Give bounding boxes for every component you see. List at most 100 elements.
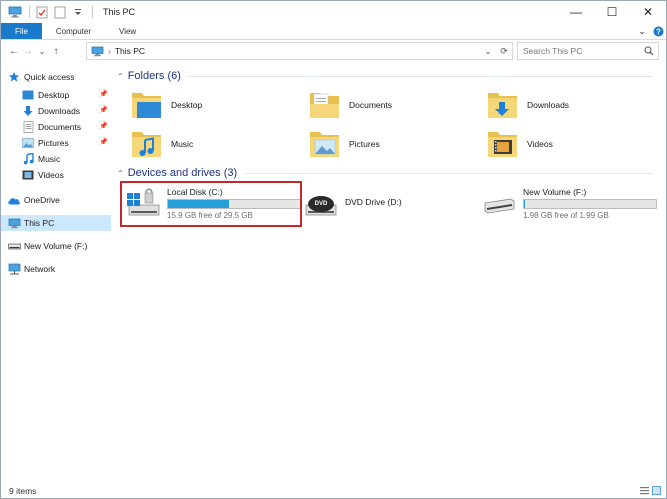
folder-pictures[interactable]: Pictures [309,128,479,160]
folders-group-header[interactable]: ⌃ Folders (6) [113,70,653,82]
search-box[interactable] [517,42,659,60]
network-icon [7,262,21,276]
sidebar-item-desktop[interactable]: Desktop 📌 [1,87,111,103]
sidebar-item-label: Network [24,264,56,274]
tab-file[interactable]: File [1,23,42,39]
sidebar-item-label: Quick access [24,72,75,82]
sidebar-item-new-volume[interactable]: New Volume (F:) [1,238,111,254]
folder-label: Pictures [349,139,380,149]
sidebar-item-label: Documents [38,122,81,132]
folder-label: Music [171,139,194,149]
folder-label: Desktop [171,100,203,110]
sidebar-item-music[interactable]: Music [1,151,111,167]
computer-icon [7,216,21,230]
group-title: Devices and drives (3) [127,167,238,179]
ribbon-tabs: File Computer View ⌄ ? [1,23,666,40]
pin-icon[interactable]: 📌 [99,106,108,114]
address-dropdown-icon[interactable]: ⌄ [480,46,496,57]
drive-label: DVD Drive (D:) [345,197,402,207]
pin-icon[interactable]: 📌 [99,138,108,146]
address-pc-icon [91,46,104,57]
usb-drive-icon [7,239,21,253]
music-icon [21,152,35,166]
sidebar-item-downloads[interactable]: Downloads 📌 [1,103,111,119]
desktop-folder-icon [131,90,163,120]
drives-group-header[interactable]: ⌃ Devices and drives (3) [113,167,653,179]
dvd-drive-icon: DVD [303,187,339,219]
folder-desktop[interactable]: Desktop [131,89,301,121]
sidebar-item-pictures[interactable]: Pictures 📌 [1,135,111,151]
expand-ribbon-icon[interactable]: ⌄ [634,26,650,37]
documents-folder-icon [309,90,341,120]
help-icon[interactable]: ? [650,26,666,37]
refresh-icon[interactable]: ⟳ [496,46,512,57]
videos-folder-icon [487,129,519,159]
title-bar: This PC — ☐ ✕ [1,1,666,23]
drive-label: New Volume (F:) [523,186,587,197]
collapse-chevron-icon[interactable]: ⌃ [117,72,124,81]
sidebar-item-label: This PC [24,218,55,228]
group-title: Folders (6) [127,70,181,82]
close-button[interactable]: ✕ [630,1,666,23]
documents-icon [21,120,35,134]
quick-access-toolbar [7,4,97,20]
folder-downloads[interactable]: Downloads [487,89,657,121]
properties-icon[interactable] [34,4,50,20]
cloud-icon [7,193,21,207]
desktop-icon [21,88,35,102]
folder-music[interactable]: Music [131,128,301,160]
pictures-icon [21,136,35,150]
breadcrumb-separator[interactable]: › [108,46,111,56]
sidebar-item-label: Music [38,154,61,164]
status-bar: 9 items [1,483,666,498]
details-view-icon[interactable] [638,486,650,495]
sidebar-item-label: Pictures [38,138,69,148]
sidebar-item-documents[interactable]: Documents 📌 [1,119,111,135]
pin-icon[interactable]: 📌 [99,90,108,98]
minimize-button[interactable]: — [558,1,594,23]
search-input[interactable] [523,46,641,56]
sidebar-item-label: New Volume (F:) [24,241,88,251]
this-pc-icon[interactable] [7,4,23,20]
maximize-button[interactable]: ☐ [594,1,630,23]
collapse-chevron-icon[interactable]: ⌃ [117,169,124,178]
item-count: 9 items [9,485,37,496]
drive-new-volume-f[interactable]: New Volume (F:) 1.98 GB free of 1.99 GB [481,183,657,223]
sidebar-item-quick-access[interactable]: Quick access [1,69,111,85]
sidebar-item-onedrive[interactable]: OneDrive [1,192,111,208]
pin-icon[interactable]: 📌 [99,122,108,130]
sidebar-item-label: Downloads [38,106,81,116]
sidebar-item-this-pc[interactable]: This PC [1,215,111,231]
drive-dvd-d[interactable]: DVD DVD Drive (D:) [303,183,402,223]
large-icons-view-icon[interactable] [650,486,662,495]
drive-free-space: 1.98 GB free of 1.99 GB [523,210,609,220]
drive-usage-fill [524,199,526,208]
back-button[interactable]: ← [7,43,21,59]
tab-computer[interactable]: Computer [42,23,105,39]
folder-label: Videos [527,139,553,149]
folder-label: Documents [349,100,392,110]
sidebar-item-network[interactable]: Network [1,261,111,277]
star-icon [7,70,21,84]
breadcrumb-this-pc[interactable]: This PC [115,46,145,56]
address-bar[interactable]: › This PC ⌄ ⟳ [86,42,513,60]
videos-icon [21,168,35,182]
navigation-bar: ← → ⌄ ↑ › This PC ⌄ ⟳ [1,40,666,62]
drive-usage-bar [523,198,657,209]
forward-button[interactable]: → [21,43,35,59]
sidebar-item-videos[interactable]: Videos [1,167,111,183]
folder-documents[interactable]: Documents [309,89,479,121]
folder-label: Downloads [527,100,570,110]
up-button[interactable]: ↑ [49,43,63,59]
usb-drive-icon [481,187,517,219]
folder-videos[interactable]: Videos [487,128,657,160]
customize-toolbar-icon[interactable] [70,4,86,20]
new-folder-icon[interactable] [52,4,68,20]
recent-locations-button[interactable]: ⌄ [35,43,49,59]
downloads-folder-icon [487,90,519,120]
search-icon[interactable] [641,46,657,56]
downloads-icon [21,104,35,118]
sidebar-item-label: Desktop [38,90,70,100]
tab-view[interactable]: View [105,23,150,39]
svg-text:DVD: DVD [315,201,328,207]
